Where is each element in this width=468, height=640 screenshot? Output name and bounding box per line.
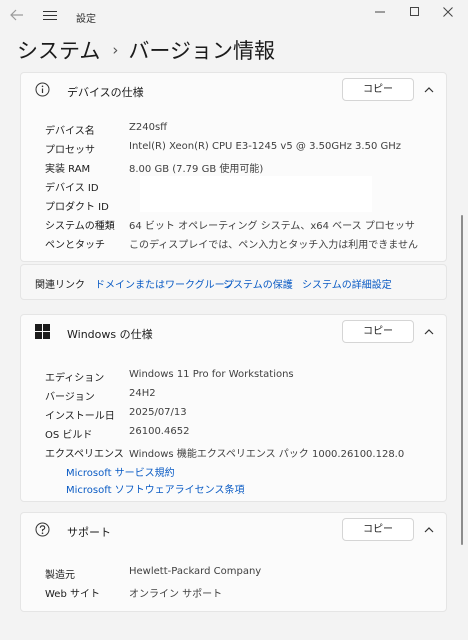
- link-online-support[interactable]: オンライン サポート: [129, 585, 222, 600]
- support-title: サポート: [67, 526, 111, 539]
- info-icon: [35, 82, 50, 97]
- related-links-title: 関連リンク: [35, 280, 85, 291]
- back-arrow-icon[interactable]: [10, 9, 26, 23]
- link-domain-workgroup[interactable]: ドメインまたはワークグループ: [95, 276, 234, 291]
- page-title: システム › バージョン情報: [17, 36, 275, 64]
- related-links-bar: 関連リンク ドメインまたはワークグループ システムの保護 システムの詳細設定: [20, 264, 447, 300]
- chevron-up-icon[interactable]: [422, 324, 436, 338]
- support-header[interactable]: サポート コピー: [21, 513, 446, 547]
- maximize-icon[interactable]: [405, 6, 425, 22]
- device-specs-header[interactable]: デバイスの仕様 コピー: [21, 73, 446, 107]
- link-microsoft-license-terms[interactable]: Microsoft ソフトウェアライセンス条項: [66, 481, 245, 496]
- chevron-up-icon[interactable]: [422, 82, 436, 96]
- hamburger-menu-icon[interactable]: [43, 11, 57, 21]
- windows-specs-title: Windows の仕様: [67, 328, 153, 341]
- link-microsoft-services-agreement[interactable]: Microsoft サービス規約: [66, 464, 175, 479]
- copy-device-specs-button[interactable]: コピー: [342, 78, 414, 101]
- link-system-protection[interactable]: システムの保護: [223, 276, 293, 291]
- title-bar: 設定: [0, 0, 468, 32]
- breadcrumb-page: バージョン情報: [128, 39, 275, 63]
- device-specs-title: デバイスの仕様: [67, 86, 144, 99]
- window-title: 設定: [76, 14, 96, 25]
- breadcrumb-separator: ›: [112, 41, 119, 59]
- minimize-icon[interactable]: [370, 6, 390, 22]
- windows-logo-icon: [35, 324, 50, 339]
- close-icon[interactable]: [438, 6, 458, 22]
- chevron-up-icon[interactable]: [422, 522, 436, 536]
- link-advanced-system-settings[interactable]: システムの詳細設定: [302, 276, 392, 291]
- scrollbar[interactable]: [461, 215, 463, 545]
- windows-specs-header[interactable]: Windows の仕様 コピー: [21, 315, 446, 349]
- help-icon: [35, 522, 50, 537]
- breadcrumb-section[interactable]: システム: [17, 35, 100, 65]
- redacted-ids: [140, 176, 372, 212]
- copy-windows-specs-button[interactable]: コピー: [342, 320, 414, 343]
- copy-support-button[interactable]: コピー: [342, 518, 414, 541]
